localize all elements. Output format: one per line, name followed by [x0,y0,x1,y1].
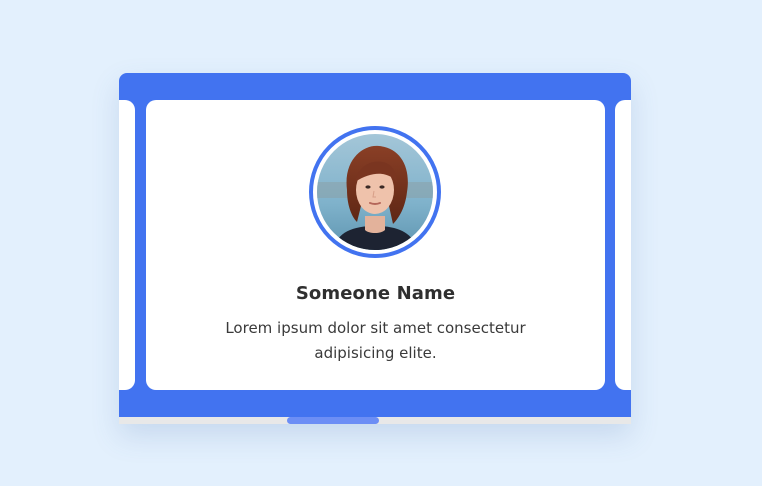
previous-card-peek[interactable] [119,100,135,390]
person-name: Someone Name [295,283,456,304]
scrollbar-thumb[interactable] [287,417,379,424]
testimonial-text: Lorem ipsum dolor sit amet consectetur a… [225,319,526,362]
testimonial-slider: Someone Name Lorem ipsum dolor sit amet … [119,73,631,424]
avatar-ring [309,126,441,258]
testimonial-card: Someone Name Lorem ipsum dolor sit amet … [146,100,605,390]
next-card-peek[interactable] [615,100,631,390]
avatar [317,134,433,250]
person-photo-icon [317,134,433,250]
